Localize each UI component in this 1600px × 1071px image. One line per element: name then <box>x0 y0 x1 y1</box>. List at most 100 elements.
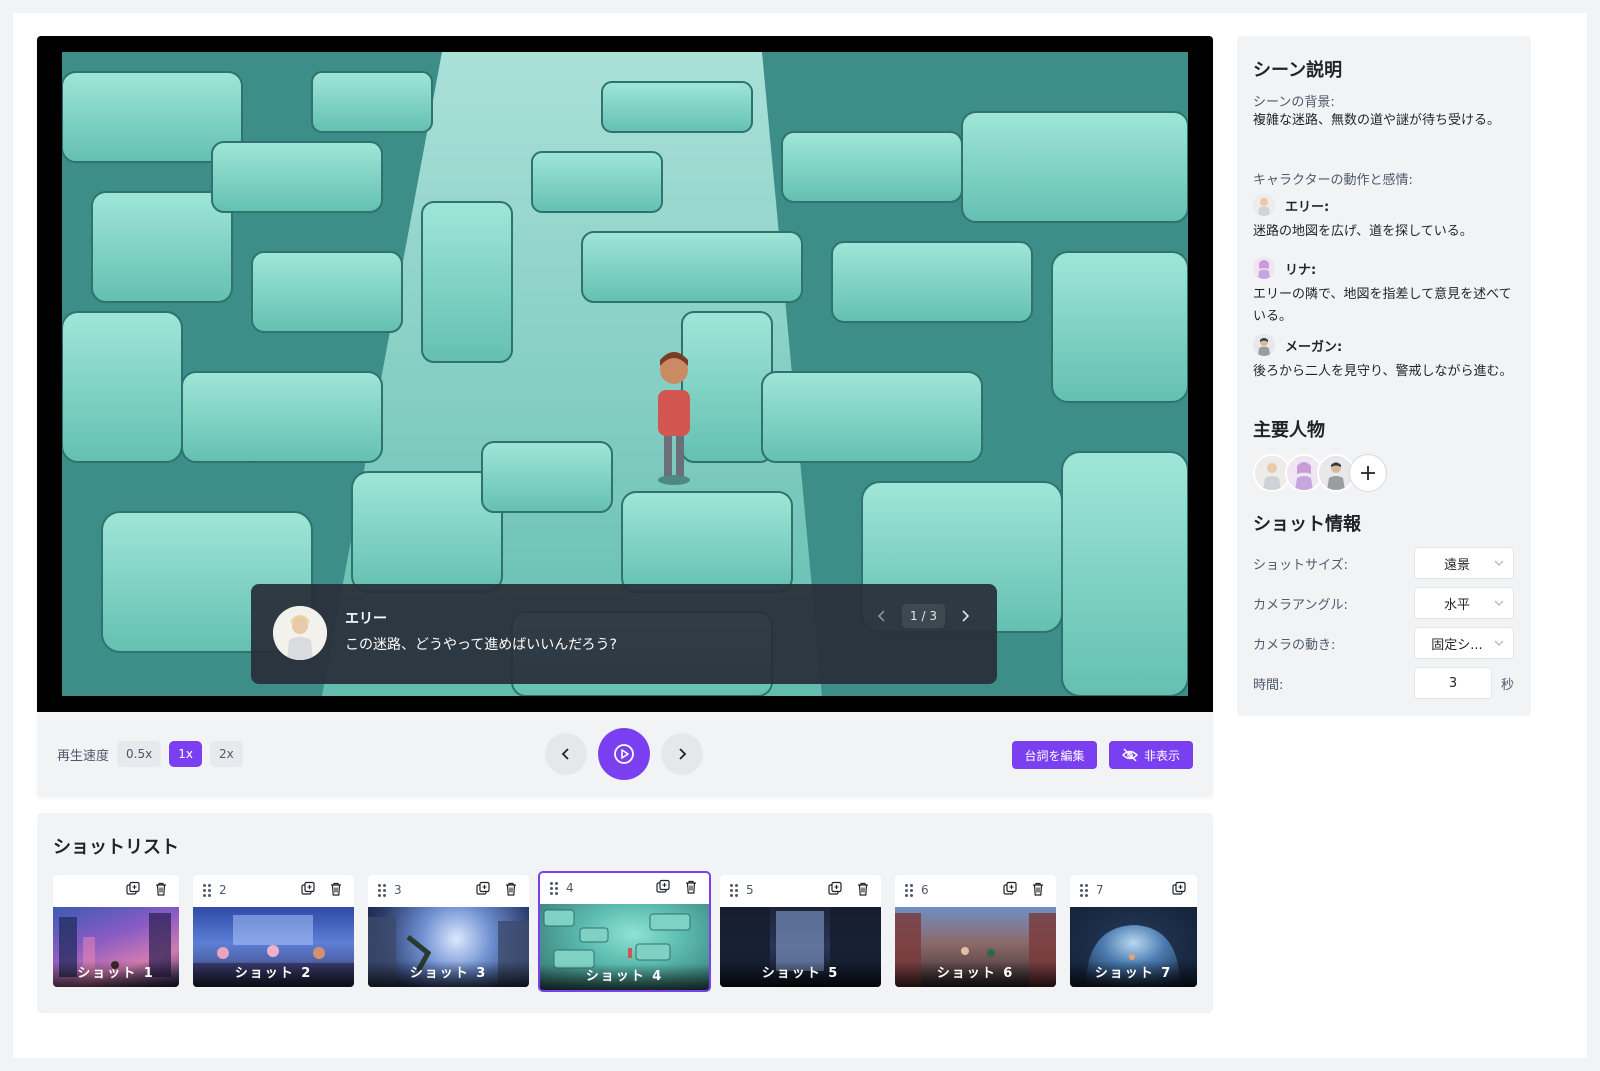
character-description: エリーの隣で、地図を指差して意見を述べている。 <box>1253 287 1512 324</box>
subtitle-text: この迷路、どうやって進めばいいんだろう? <box>345 637 617 653</box>
shot-number: 3 <box>394 883 402 897</box>
shot-thumbnail: ショット 4 <box>540 904 709 990</box>
shot-label: ショット 6 <box>895 961 1056 987</box>
shot-label: ショット 7 <box>1070 961 1197 987</box>
shot-card[interactable]: ショット 1 <box>53 875 179 987</box>
trash-icon <box>686 880 696 894</box>
shot-card-active[interactable]: 4 ショット 4 <box>538 871 711 992</box>
camera-movement-value: 固定シ... <box>1431 637 1483 653</box>
chevron-down-icon <box>1494 600 1504 606</box>
duration-input[interactable] <box>1414 667 1492 699</box>
shot-card[interactable]: 7 ショット 7 <box>1070 875 1197 987</box>
shot-size-label: ショットサイズ: <box>1253 558 1348 573</box>
next-shot-button[interactable] <box>661 733 703 775</box>
character-name: メーガン: <box>1285 339 1343 355</box>
scene-background-text: 複雑な迷路、無数の道や謎が待ち受ける。 <box>1253 113 1501 128</box>
plus-icon <box>1361 466 1375 480</box>
duplicate-shot-button[interactable] <box>125 881 141 897</box>
delete-shot-button[interactable] <box>683 879 699 895</box>
chevron-left-icon <box>561 748 569 760</box>
shot-card-actions <box>827 881 871 897</box>
drag-handle-icon[interactable] <box>378 884 386 897</box>
drag-handle-icon[interactable] <box>550 882 558 895</box>
character-avatar <box>1253 257 1275 279</box>
shot-number: 5 <box>746 883 754 897</box>
hide-subtitle-button[interactable]: 非表示 <box>1109 741 1193 769</box>
trash-icon <box>156 882 166 896</box>
shot-size-select[interactable]: 遠景 <box>1414 547 1514 579</box>
duplicate-icon <box>656 879 670 893</box>
chevron-right-icon <box>679 748 687 760</box>
duplicate-icon <box>301 881 315 895</box>
shot-label: ショット 4 <box>540 964 709 990</box>
main-characters-list <box>1253 454 1387 492</box>
delete-shot-button[interactable] <box>855 881 871 897</box>
drag-handle-icon[interactable] <box>730 884 738 897</box>
speed-option-2x[interactable]: 2x <box>209 741 243 767</box>
character-actions-label: キャラクターの動作と感情: <box>1253 173 1413 188</box>
delete-shot-button[interactable] <box>328 881 344 897</box>
previous-shot-button[interactable] <box>545 733 587 775</box>
character-avatar <box>1253 194 1275 216</box>
duplicate-shot-button[interactable] <box>300 881 316 897</box>
character-name: リナ: <box>1285 262 1317 278</box>
drag-handle-icon[interactable] <box>203 884 211 897</box>
subtitle-next-button[interactable] <box>955 604 975 628</box>
character-avatar <box>1253 334 1275 356</box>
video-stage[interactable]: エリー この迷路、どうやって進めばいいんだろう? 1 / 3 <box>37 36 1213 712</box>
character-description: 迷路の地図を広げ、道を探している。 <box>1253 224 1473 239</box>
shot-label: ショット 5 <box>720 961 881 987</box>
drag-handle-icon[interactable] <box>905 884 913 897</box>
shot-card[interactable]: 2 ショット 2 <box>193 875 354 987</box>
drag-handle-icon[interactable] <box>1080 884 1088 897</box>
shot-card[interactable]: 5 ショット 5 <box>720 875 881 987</box>
shot-card-header: 4 <box>540 873 709 903</box>
duplicate-shot-button[interactable] <box>1002 881 1018 897</box>
duplicate-shot-button[interactable] <box>655 879 671 895</box>
play-circle-icon <box>614 744 634 764</box>
shot-label: ショット 3 <box>368 961 529 987</box>
duplicate-shot-button[interactable] <box>1171 881 1187 897</box>
camera-movement-select[interactable]: 固定シ... <box>1414 627 1514 659</box>
scene-info-panel: シーン説明 シーンの背景: 複雑な迷路、無数の道や謎が待ち受ける。 キャラクター… <box>1237 36 1531 716</box>
shot-thumbnail: ショット 7 <box>1070 907 1197 987</box>
duplicate-shot-button[interactable] <box>475 881 491 897</box>
shot-card-header: 7 <box>1070 875 1197 905</box>
hide-label: 非表示 <box>1143 748 1180 763</box>
shot-card-actions <box>300 881 344 897</box>
subtitle-pager: 1 / 3 <box>872 604 975 628</box>
eye-off-icon <box>1121 748 1138 762</box>
character-name: エリー: <box>1285 199 1330 215</box>
delete-shot-button[interactable] <box>153 881 169 897</box>
shot-card-header: 5 <box>720 875 881 905</box>
subtitle-page-indicator: 1 / 3 <box>902 604 945 628</box>
shot-thumbnail: ショット 6 <box>895 907 1056 987</box>
speed-selector: 再生速度 0.5x 1x 2x <box>57 741 243 767</box>
shot-card[interactable]: 6 ショット 6 <box>895 875 1056 987</box>
shot-label: ショット 1 <box>53 961 179 987</box>
camera-movement-label: カメラの動き: <box>1253 638 1336 653</box>
speed-option-0-5x[interactable]: 0.5x <box>117 741 162 767</box>
scene-background-label: シーンの背景: <box>1253 95 1335 110</box>
delete-shot-button[interactable] <box>1030 881 1046 897</box>
add-character-button[interactable] <box>1349 454 1387 492</box>
shot-label: ショット 2 <box>193 961 354 987</box>
scene-description-title: シーン説明 <box>1253 60 1343 81</box>
duplicate-shot-button[interactable] <box>827 881 843 897</box>
chevron-down-icon <box>1494 640 1504 646</box>
character-row-ellie: エリー: <box>1253 194 1329 216</box>
play-button[interactable] <box>598 728 650 780</box>
edit-lines-button[interactable]: 台詞を編集 <box>1012 741 1097 769</box>
shot-card-actions <box>1171 881 1187 897</box>
character-row-megan: メーガン: <box>1253 334 1342 356</box>
subtitle-prev-button[interactable] <box>872 604 892 628</box>
player: エリー この迷路、どうやって進めばいいんだろう? 1 / 3 再生速度 0.5x… <box>37 36 1213 796</box>
camera-angle-select[interactable]: 水平 <box>1414 587 1514 619</box>
shot-number: 7 <box>1096 883 1104 897</box>
shot-card-header: 3 <box>368 875 529 905</box>
delete-shot-button[interactable] <box>503 881 519 897</box>
shot-card[interactable]: 3 ショット 3 <box>368 875 529 987</box>
trash-icon <box>506 882 516 896</box>
shot-size-value: 遠景 <box>1443 557 1470 573</box>
speed-option-1x[interactable]: 1x <box>169 741 202 767</box>
